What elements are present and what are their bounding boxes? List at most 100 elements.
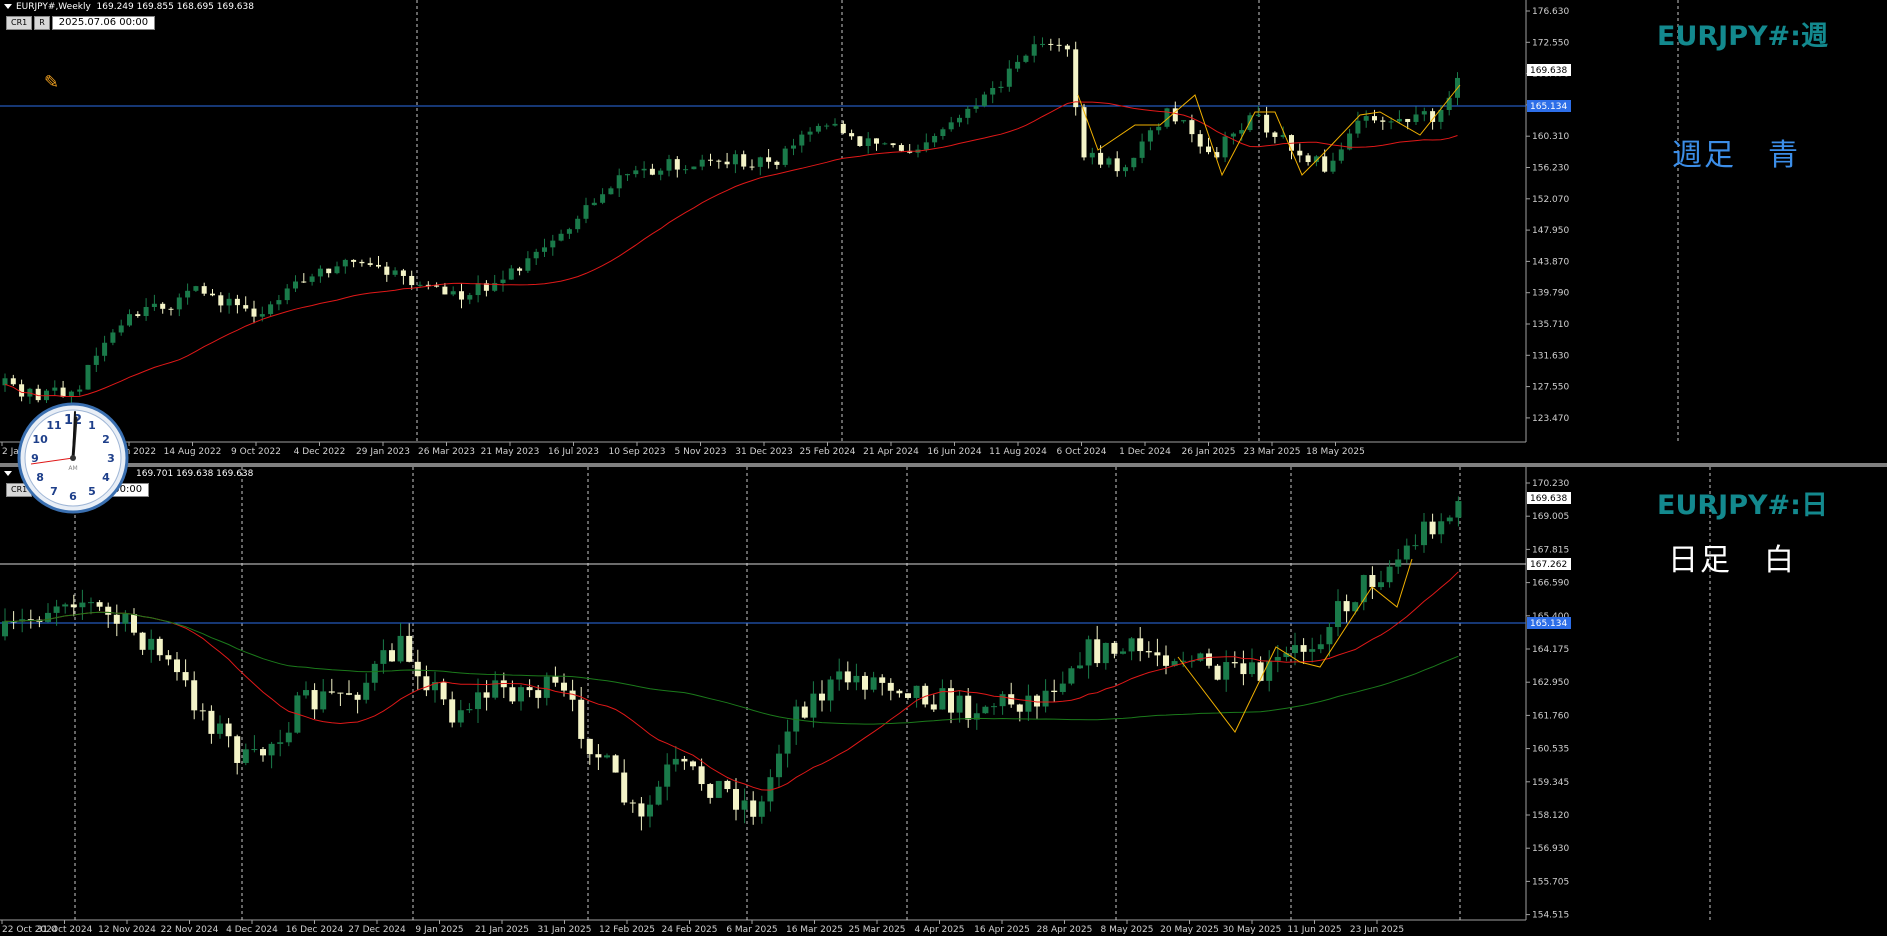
candle-body	[533, 251, 539, 259]
candle-body	[409, 275, 415, 286]
candle-body	[2, 621, 8, 637]
candle-body	[1098, 152, 1104, 165]
cr-button[interactable]: CR1	[6, 16, 33, 30]
date-tick-label: 25 Mar 2025	[848, 925, 905, 935]
candle-body	[1338, 149, 1344, 161]
weekly-chart-pane[interactable]: 176.630172.550168.470164.390160.310156.2…	[0, 0, 1887, 463]
r-button[interactable]: R	[34, 16, 50, 30]
candle-body	[225, 723, 232, 737]
candle-body	[518, 687, 524, 702]
candle-body	[1369, 575, 1376, 588]
candle-body	[1085, 639, 1092, 666]
candle-body	[342, 259, 348, 267]
date-tick-label: 11 Aug 2024	[989, 447, 1047, 457]
candle-body	[757, 157, 763, 167]
candle-body	[1380, 120, 1386, 122]
date-tick-label: 31 Oct 2024	[37, 925, 93, 935]
candle-body	[53, 606, 60, 613]
date-tick-label: 16 Apr 2025	[974, 925, 1030, 935]
daily-chart-pane[interactable]: 170.230 169.005 167.815 166.590 165.400 164.1…	[0, 467, 1887, 936]
candle-body	[1305, 155, 1311, 163]
candle-body	[508, 268, 514, 280]
candle-body	[1023, 55, 1029, 62]
candle-body	[647, 804, 653, 817]
clock-number: 7	[50, 485, 58, 498]
candle-body	[1197, 134, 1203, 147]
price-tick-label: 135.710	[1532, 320, 1569, 330]
candle-body	[905, 693, 911, 698]
price-tick-label: 166.590	[1532, 579, 1569, 589]
clock-number: 12	[64, 413, 82, 428]
candle-body	[699, 159, 705, 167]
candle-body	[1429, 521, 1436, 535]
price-tick-label: 152.070	[1532, 195, 1569, 205]
candle-body	[1089, 152, 1095, 158]
candle-body	[815, 125, 821, 132]
candle-body	[750, 800, 757, 817]
clock-number: 6	[69, 490, 77, 503]
candle-body	[309, 276, 315, 282]
candle-body	[1413, 114, 1419, 122]
candle-body	[732, 154, 738, 165]
candle-body	[1455, 501, 1462, 518]
daily-chart-canvas[interactable]: 170.230169.005167.815166.590165.400164.1…	[0, 467, 1887, 936]
candle-body	[862, 675, 868, 690]
date-tick-label: 16 Dec 2024	[286, 925, 344, 935]
candle-body	[400, 270, 406, 276]
candle-body	[999, 694, 1006, 707]
date-tick-label: 28 Apr 2025	[1037, 925, 1093, 935]
chevron-down-icon[interactable]	[4, 471, 12, 476]
weekly-chart-canvas[interactable]: 176.630172.550168.470164.390160.310156.2…	[0, 0, 1887, 463]
candle-body	[707, 784, 714, 798]
date-tick-label: 16 Mar 2025	[786, 925, 843, 935]
date-tick-label: 18 May 2025	[1306, 447, 1365, 457]
candle-body	[1395, 559, 1402, 567]
candle-body	[151, 303, 157, 308]
candle-body	[535, 690, 542, 698]
candle-body	[625, 174, 630, 176]
candle-body	[578, 699, 585, 739]
candle-body	[1396, 118, 1402, 122]
candle-body	[234, 298, 240, 306]
candle-body	[113, 614, 120, 624]
candle-body	[139, 632, 146, 650]
candle-body	[218, 295, 224, 306]
date-box[interactable]: 2025.07.06 00:00	[51, 16, 156, 30]
candle-body	[1249, 662, 1255, 675]
candle-body	[1156, 126, 1162, 131]
price-label: 165.134	[1530, 619, 1567, 629]
candle-body	[79, 602, 86, 608]
candle-body	[552, 676, 559, 683]
candle-body	[629, 802, 636, 804]
candle-body	[957, 117, 962, 123]
candle-body	[608, 188, 614, 195]
candle-body	[844, 671, 851, 683]
candle-body	[251, 749, 258, 751]
candle-body	[749, 166, 755, 168]
chevron-down-icon[interactable]	[4, 4, 12, 9]
date-tick-label: 9 Jan 2025	[415, 925, 463, 935]
candle-body	[1363, 116, 1369, 121]
candle-body	[1360, 575, 1367, 603]
candle-body	[1102, 642, 1109, 664]
candle-body	[434, 285, 440, 287]
candle-body	[1163, 655, 1169, 666]
candle-body	[1042, 690, 1049, 707]
candle-body	[268, 304, 274, 315]
price-tick-label: 139.790	[1532, 289, 1569, 299]
candle-body	[201, 286, 207, 294]
candle-body	[698, 766, 705, 785]
candle-body	[586, 738, 593, 755]
candle-body	[561, 682, 567, 691]
candle-body	[191, 680, 198, 711]
candle-body	[940, 129, 946, 137]
candle-body	[102, 342, 108, 356]
candle-body	[346, 693, 352, 695]
candle-body	[1077, 665, 1083, 669]
candle-body	[922, 685, 929, 705]
clock-number: 8	[36, 471, 44, 484]
candle-body	[879, 677, 886, 683]
candle-body	[641, 168, 647, 171]
drawing-tool-icon[interactable]: ✎	[44, 72, 59, 93]
candle-body	[715, 780, 722, 798]
